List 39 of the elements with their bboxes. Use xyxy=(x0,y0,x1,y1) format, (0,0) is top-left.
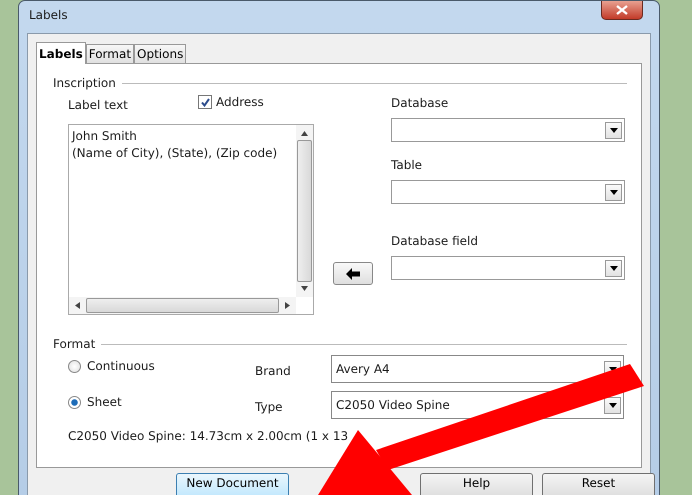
field-label: Type xyxy=(255,399,284,414)
address-checkbox[interactable]: Address xyxy=(198,95,264,109)
label-text-area[interactable]: John Smith (Name of City), (State), (Zip code) xyxy=(68,124,314,315)
horizontal-scrollbar[interactable] xyxy=(69,297,296,314)
tab[interactable]: Format xyxy=(86,44,134,63)
field-label: Database xyxy=(391,96,450,112)
dropdown[interactable] xyxy=(391,180,625,204)
tab[interactable]: Options xyxy=(134,44,186,63)
right-arrow-icon[interactable] xyxy=(285,302,290,309)
section-heading: Format xyxy=(53,337,96,351)
text-line: John Smith xyxy=(72,128,138,145)
label-text-label: Label text xyxy=(68,98,129,112)
field-label: Table xyxy=(391,158,424,174)
up-arrow-icon[interactable] xyxy=(301,131,308,136)
insert-field-button[interactable] xyxy=(332,262,372,285)
text-line: (Name of City), (State), (Zip code) xyxy=(72,145,278,162)
dialog-button[interactable]: Help xyxy=(420,473,533,495)
tab[interactable]: Labels xyxy=(36,42,86,64)
window-title: Labels xyxy=(28,7,68,24)
caret-icon xyxy=(610,128,618,132)
radio-option[interactable]: Sheet xyxy=(68,395,255,409)
close-button[interactable] xyxy=(601,1,643,20)
dialog-button[interactable]: New Document xyxy=(176,473,289,495)
dropdown[interactable] xyxy=(391,256,625,280)
field-label: Database field xyxy=(391,234,479,250)
field-label: Brand xyxy=(255,363,292,378)
vertical-scrollbar[interactable] xyxy=(296,125,313,297)
left-arrow-icon xyxy=(346,268,360,280)
close-icon xyxy=(616,5,628,15)
dropdown[interactable] xyxy=(391,118,625,142)
radio-option[interactable]: Continuous xyxy=(68,359,255,373)
label-size-info: C2050 Video Spine: 14.73cm x 2.00cm (1 x 13 xyxy=(67,429,350,443)
caret-icon xyxy=(610,190,618,194)
caret-icon xyxy=(608,402,616,408)
left-arrow-icon[interactable] xyxy=(75,302,80,309)
caret-icon xyxy=(610,266,618,270)
dialog-button[interactable]: Reset xyxy=(542,473,655,495)
section-heading: Inscription xyxy=(53,76,116,90)
down-arrow-icon[interactable] xyxy=(301,286,308,291)
